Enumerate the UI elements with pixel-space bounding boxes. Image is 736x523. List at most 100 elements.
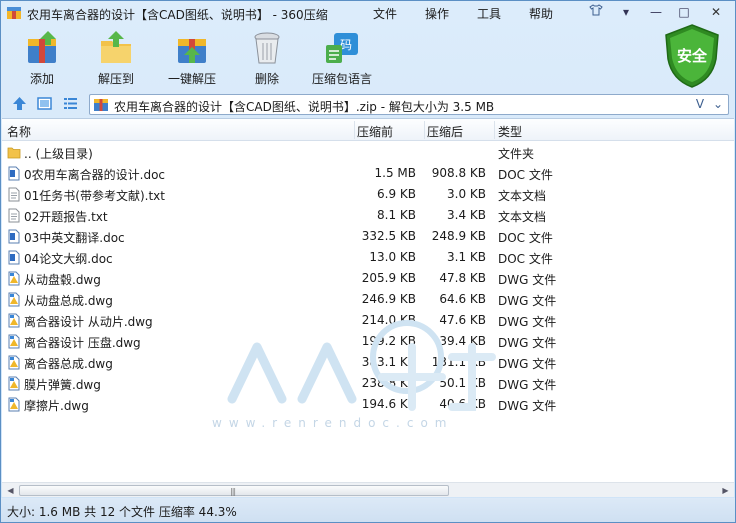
file-size: 194.6 KB bbox=[361, 397, 416, 411]
one-click-extract-icon bbox=[178, 39, 206, 63]
file-packed-size: 39.4 KB bbox=[439, 334, 486, 348]
status-summary: 大小: 1.6 MB 共 12 个文件 压缩率 44.3% bbox=[7, 505, 237, 519]
column-name[interactable]: 名称 bbox=[7, 123, 31, 140]
file-name: 03中英文翻译.doc bbox=[24, 231, 125, 245]
address-dropdown-icon[interactable]: V bbox=[692, 96, 708, 113]
file-row[interactable]: 01任务书(带参考文献).txt 6.9 KB 3.0 KB 文本文档 bbox=[2, 184, 734, 205]
file-row[interactable]: 从动盘毂.dwg 205.9 KB 47.8 KB DWG 文件 bbox=[2, 268, 734, 289]
file-name: 02开题报告.txt bbox=[24, 210, 108, 224]
file-type: DWG 文件 bbox=[498, 294, 557, 308]
column-divider[interactable] bbox=[354, 121, 355, 139]
column-packed[interactable]: 压缩后 bbox=[427, 123, 463, 140]
column-size[interactable]: 压缩前 bbox=[357, 123, 393, 140]
delete-label: 删除 bbox=[254, 72, 279, 86]
doc-file-icon bbox=[7, 229, 21, 244]
file-row[interactable]: 从动盘总成.dwg 246.9 KB 64.6 KB DWG 文件 bbox=[2, 289, 734, 310]
file-row[interactable]: 03中英文翻译.doc 332.5 KB 248.9 KB DOC 文件 bbox=[2, 226, 734, 247]
file-type: DWG 文件 bbox=[498, 399, 557, 413]
add-archive-icon bbox=[28, 31, 56, 63]
file-type: DWG 文件 bbox=[498, 378, 557, 392]
txt-file-icon bbox=[7, 187, 21, 202]
file-type: DOC 文件 bbox=[498, 231, 553, 245]
svg-text:www.renrendoc.com: www.renrendoc.com bbox=[212, 416, 453, 430]
file-name: 从动盘毂.dwg bbox=[24, 273, 101, 287]
maximize-button[interactable]: □ bbox=[675, 4, 693, 20]
list-view-icon[interactable] bbox=[62, 95, 79, 112]
status-bar: 大小: 1.6 MB 共 12 个文件 压缩率 44.3% bbox=[1, 498, 735, 522]
address-history-chevron-icon[interactable]: ⌄ bbox=[710, 96, 726, 113]
file-type: 文件夹 bbox=[498, 147, 535, 161]
horizontal-scrollbar[interactable]: ◀ ||| ▶ bbox=[2, 482, 734, 497]
file-row[interactable]: .. (上级目录) 文件夹 bbox=[2, 142, 734, 163]
file-type: 文本文档 bbox=[498, 189, 547, 203]
zip-archive-icon bbox=[94, 99, 108, 111]
thumbnail-view-icon[interactable] bbox=[36, 95, 53, 112]
txt-file-icon bbox=[7, 208, 21, 223]
file-row[interactable]: 膜片弹簧.dwg 238.8 KB 50.1 KB DWG 文件 bbox=[2, 373, 734, 394]
file-size: 214.0 KB bbox=[361, 313, 416, 327]
file-row[interactable]: 04论文大纲.doc 13.0 KB 3.1 KB DOC 文件 bbox=[2, 247, 734, 268]
scrollbar-grip-icon: ||| bbox=[230, 487, 236, 496]
column-type[interactable]: 类型 bbox=[498, 123, 522, 140]
dwg-file-icon bbox=[7, 376, 21, 391]
file-row[interactable]: 离合器设计 压盘.dwg 199.2 KB 39.4 KB DWG 文件 bbox=[2, 331, 734, 352]
menu-help[interactable]: 帮助 bbox=[529, 5, 553, 22]
file-size: 205.9 KB bbox=[361, 271, 416, 285]
up-arrow-icon[interactable] bbox=[11, 95, 28, 112]
file-packed-size: 3.1 KB bbox=[447, 250, 486, 264]
extract-to-icon bbox=[101, 31, 131, 63]
scroll-right-arrow-icon[interactable]: ▶ bbox=[718, 484, 733, 497]
menu-file[interactable]: 文件 bbox=[373, 5, 397, 22]
file-packed-size: 908.8 KB bbox=[431, 166, 486, 180]
archive-language-label: 压缩包语言 bbox=[311, 72, 372, 86]
one-click-extract-button[interactable]: 一键解压 bbox=[154, 31, 230, 89]
file-packed-size: 47.6 KB bbox=[439, 313, 486, 327]
dwg-file-icon bbox=[7, 397, 21, 412]
scroll-left-arrow-icon[interactable]: ◀ bbox=[3, 484, 18, 497]
file-packed-size: 3.4 KB bbox=[447, 208, 486, 222]
file-size: 1.5 MB bbox=[374, 166, 416, 180]
file-row[interactable]: 离合器设计 从动片.dwg 214.0 KB 47.6 KB DWG 文件 bbox=[2, 310, 734, 331]
file-name: 膜片弹簧.dwg bbox=[24, 378, 101, 392]
column-divider[interactable] bbox=[494, 121, 495, 139]
add-label: 添加 bbox=[29, 72, 54, 86]
app-logo-icon bbox=[7, 7, 21, 19]
file-size: 238.8 KB bbox=[361, 376, 416, 390]
file-packed-size: 50.1 KB bbox=[439, 376, 486, 390]
minimize-button[interactable]: — bbox=[647, 4, 665, 20]
file-size: 246.9 KB bbox=[361, 292, 416, 306]
address-bar[interactable]: 农用车离合器的设计【含CAD图纸、说明书】.zip - 解包大小为 3.5 MB… bbox=[89, 94, 729, 115]
file-type: DOC 文件 bbox=[498, 252, 553, 266]
file-size: 13.0 KB bbox=[369, 250, 416, 264]
menu-tools[interactable]: 工具 bbox=[477, 5, 501, 22]
app-window: 农用车离合器的设计【含CAD图纸、说明书】 - 360压缩 文件 操作 工具 帮… bbox=[0, 0, 736, 523]
file-row[interactable]: 0农用车离合器的设计.doc 1.5 MB 908.8 KB DOC 文件 bbox=[2, 163, 734, 184]
scrollbar-thumb[interactable]: ||| bbox=[19, 485, 449, 496]
archive-language-icon: 码 bbox=[326, 33, 358, 63]
file-row[interactable]: 摩擦片.dwg 194.6 KB 40.6 KB DWG 文件 bbox=[2, 394, 734, 415]
file-size: 8.1 KB bbox=[377, 208, 416, 222]
dwg-file-icon bbox=[7, 271, 21, 286]
one-click-extract-label: 一键解压 bbox=[167, 72, 216, 86]
file-name: 0农用车离合器的设计.doc bbox=[24, 168, 166, 182]
column-divider[interactable] bbox=[424, 121, 425, 139]
file-type: 文本文档 bbox=[498, 210, 547, 224]
file-packed-size: 64.6 KB bbox=[439, 292, 486, 306]
extract-to-button[interactable]: 解压到 bbox=[78, 31, 154, 89]
security-shield-badge[interactable]: 安全 bbox=[663, 23, 721, 89]
menu-dropdown-icon[interactable]: ▾ bbox=[617, 4, 635, 20]
file-type: DWG 文件 bbox=[498, 273, 557, 287]
delete-button[interactable]: 删除 bbox=[229, 31, 305, 89]
file-size: 6.9 KB bbox=[377, 187, 416, 201]
file-packed-size: 40.6 KB bbox=[439, 397, 486, 411]
menu-operate[interactable]: 操作 bbox=[425, 5, 449, 22]
add-button[interactable]: 添加 bbox=[4, 31, 80, 89]
safe-label: 安全 bbox=[676, 47, 707, 65]
file-row[interactable]: 离合器总成.dwg 383.1 KB 131.1 KB DWG 文件 bbox=[2, 352, 734, 373]
file-type: DWG 文件 bbox=[498, 357, 557, 371]
file-row[interactable]: 02开题报告.txt 8.1 KB 3.4 KB 文本文档 bbox=[2, 205, 734, 226]
file-name: .. (上级目录) bbox=[24, 147, 93, 161]
archive-language-button[interactable]: 码 压缩包语言 bbox=[304, 31, 380, 89]
close-button[interactable]: ✕ bbox=[707, 4, 725, 20]
skin-shirt-icon[interactable] bbox=[587, 4, 605, 20]
